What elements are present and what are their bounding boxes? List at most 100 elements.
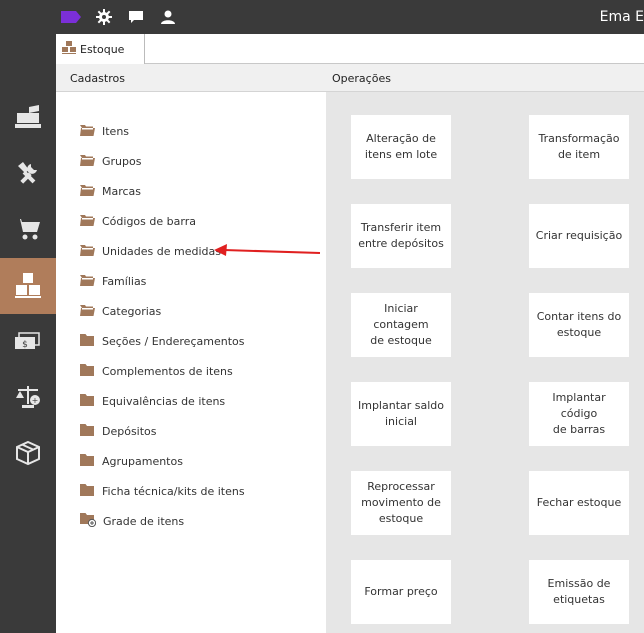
cadastro-item-label: Famílias [102,274,147,288]
open-folder-icon [80,274,95,289]
cadastro-item[interactable]: Categorias [80,303,161,319]
boxes-icon [62,41,76,57]
chat-icon[interactable] [128,9,144,28]
top-bar: Ema E [0,0,644,34]
operacao-button[interactable]: Formar preço [351,560,451,624]
open-folder-icon [80,124,95,139]
cadastro-item-label: Seções / Endereçamentos [102,334,245,348]
sidebar-item-tools[interactable] [0,146,56,202]
cadastro-item-label: Grade de itens [103,514,185,528]
cadastro-item[interactable]: Equivalências de itens [80,393,225,409]
gear-icon[interactable] [96,9,112,28]
cadastro-item-label: Depósitos [102,424,157,438]
operacao-label-line: Implantar saldo [357,399,445,412]
cadastro-item[interactable]: Marcas [80,183,141,199]
folder-icon [80,483,95,499]
operacao-label: Iniciar contagem de estoque [355,301,447,349]
sidebar-item-cart[interactable] [0,202,56,258]
cadastro-item-label: Unidades de medidas [102,244,222,258]
cadastro-item[interactable]: Ficha técnica/kits de itens [80,483,245,499]
operacao-label-line: Transformação [538,132,620,145]
operacao-label: Implantar saldo inicial [358,398,444,430]
operacao-label: Transferir item entre depósitos [358,220,444,252]
operacao-button[interactable]: Iniciar contagem de estoque [351,293,451,357]
cadastro-item[interactable]: Famílias [80,273,146,289]
operacao-label-line: entre depósitos [358,237,444,250]
cadastro-item[interactable]: Agrupamentos [80,453,183,469]
operacoes-heading: Operações [332,72,391,85]
cadastro-item-label: Complementos de itens [102,364,233,378]
tab-label: Estoque [80,42,125,56]
open-folder-icon [80,214,95,229]
cadastro-item[interactable]: Seções / Endereçamentos [80,333,244,349]
operacao-label-line: de item [557,148,601,161]
operacoes-panel: Alteração de itens em lote Transformação de… [326,92,644,633]
operacao-label-line: Fechar estoque [536,496,622,509]
open-folder-icon [80,154,95,169]
folder-icon [80,453,95,469]
cadastro-item[interactable]: Itens [80,123,129,139]
operacao-button[interactable]: Transformação de item [529,115,629,179]
cadastro-item[interactable]: Unidades de medidas [80,243,221,259]
cash-register-icon [15,104,41,132]
operacao-label-line: Implantar código [552,391,606,420]
operacao-button[interactable]: Alteração de itens em lote [351,115,451,179]
user-icon[interactable] [160,9,176,28]
cadastro-item[interactable]: Códigos de barra [80,213,196,229]
tab-estoque[interactable]: Estoque [56,34,145,64]
cadastros-heading: Cadastros [70,72,125,85]
operacao-label-line: etiquetas [553,593,605,606]
cadastro-item[interactable]: Depósitos [80,423,157,439]
operacao-label-line: Reprocessar [367,480,435,493]
folder-icon [80,423,95,439]
user-name[interactable]: Ema E [600,9,644,25]
boxes-icon [15,272,41,301]
brand-tag-icon[interactable] [60,10,82,27]
sidebar-item-stock[interactable] [0,258,56,314]
annotation-arrow [214,244,324,265]
operacao-label-line: Iniciar contagem [373,302,429,331]
operacao-label: Fechar estoque [537,495,622,511]
operacao-button[interactable]: Transferir item entre depósitos [351,204,451,268]
operacao-label: Alteração de itens em lote [365,131,437,163]
sidebar-item-balance[interactable]: + [0,370,56,426]
operacao-label-line: itens em lote [364,148,438,161]
cadastro-item[interactable]: Grade de itens [80,512,185,529]
sidebar-item-cash-register[interactable] [0,90,56,146]
column-headers: Cadastros Operações [56,64,644,92]
cadastro-item-label: Agrupamentos [102,454,183,468]
sidebar: $ + [0,34,56,633]
operacao-button[interactable]: Implantar código de barras [529,382,629,446]
operacao-label-line: de barras [552,423,606,436]
operacao-label-line: Formar preço [364,585,438,598]
operacao-label: Criar requisição [536,228,622,244]
operacao-button[interactable]: Criar requisição [529,204,629,268]
cadastro-item-label: Itens [102,124,130,138]
operacao-label-line: movimento de [361,496,441,509]
cadastro-item-label: Grupos [102,154,142,168]
sidebar-item-package[interactable] [0,426,56,482]
operacao-button[interactable]: Contar itens do estoque [529,293,629,357]
operacao-label: Transformação de item [539,131,620,163]
operacao-button[interactable]: Implantar saldo inicial [351,382,451,446]
cadastro-item[interactable]: Complementos de itens [80,363,233,379]
money-icon: $ [15,331,41,354]
operacao-label-line: de estoque [370,334,432,347]
tools-icon [15,160,41,189]
open-folder-icon [80,184,95,199]
operacao-label-line: Contar itens do [536,310,622,323]
operacao-label-line: Transferir item [360,221,442,234]
operacao-label: Implantar código de barras [533,390,625,438]
svg-text:+: + [32,396,39,405]
sidebar-item-finance[interactable]: $ [0,314,56,370]
open-folder-icon [80,304,95,319]
operacao-button[interactable]: Emissão de etiquetas [529,560,629,624]
folder-icon [80,363,95,379]
cadastro-item[interactable]: Grupos [80,153,141,169]
cadastro-item-label: Ficha técnica/kits de itens [102,484,245,498]
operacao-label: Formar preço [364,584,437,600]
package-icon [15,440,41,469]
operacao-button[interactable]: Fechar estoque [529,471,629,535]
operacao-label: Emissão de etiquetas [548,576,611,608]
operacao-button[interactable]: Reprocessar movimento de estoque [351,471,451,535]
